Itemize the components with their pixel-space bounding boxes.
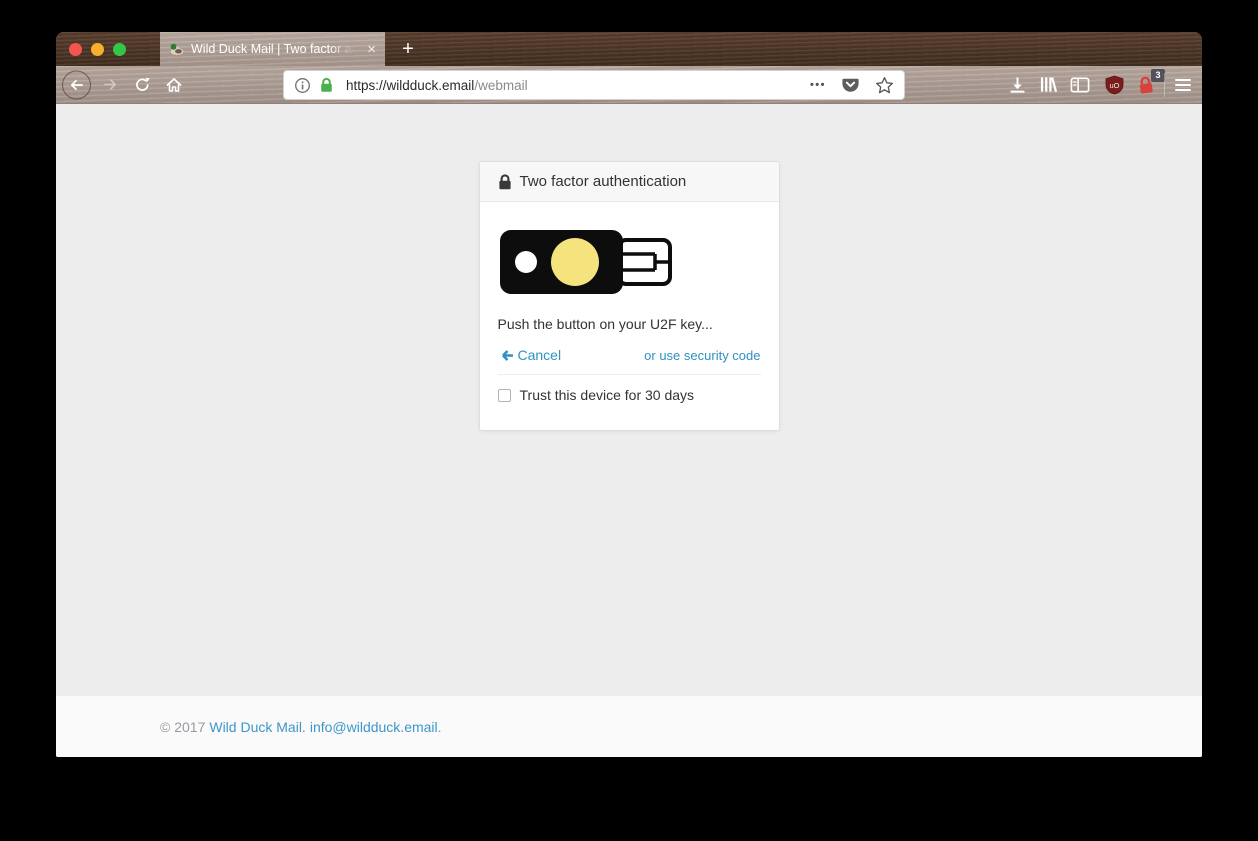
forward-button[interactable] — [98, 73, 122, 97]
url-path: /webmail — [474, 78, 527, 93]
screenshot-stage: Wild Duck Mail | Two factor aut × + — [0, 0, 1258, 841]
email-link[interactable]: info@wildduck.email — [310, 719, 438, 735]
home-button[interactable] — [162, 73, 186, 97]
back-arrow-icon — [68, 76, 85, 93]
reload-icon — [134, 76, 151, 93]
tab-close-icon[interactable]: × — [367, 42, 376, 57]
page-footer: © 2017 Wild Duck Mail. info@wildduck.ema… — [56, 696, 1202, 757]
ublock-origin-shield-icon: uO — [1104, 75, 1125, 95]
cancel-label: Cancel — [518, 347, 562, 363]
forward-arrow-icon — [102, 76, 119, 93]
instruction-text: Push the button on your U2F key... — [498, 316, 761, 332]
tab-bar: Wild Duck Mail | Two factor aut × + — [56, 32, 1202, 66]
url-host: https://wildduck.email — [346, 78, 474, 93]
library-icon — [1039, 75, 1059, 94]
menu-button[interactable] — [1170, 73, 1196, 97]
close-window-button[interactable] — [69, 43, 82, 56]
tab-title: Wild Duck Mail | Two factor aut — [191, 42, 355, 56]
hamburger-icon — [1175, 79, 1191, 81]
urlbar-actions: ••• — [810, 76, 894, 95]
url-text: https://wildduck.email/webmail — [346, 78, 528, 93]
u2f-security-key-image — [498, 225, 674, 299]
browser-tab[interactable]: Wild Duck Mail | Two factor aut × — [160, 32, 385, 66]
footer-suffix: . — [438, 719, 442, 735]
navigation-toolbar: https://wildduck.email/webmail ••• — [56, 66, 1202, 104]
bookmark-star-icon[interactable] — [875, 76, 894, 95]
cancel-link[interactable]: Cancel — [498, 347, 562, 363]
links-row: Cancel or use security code — [498, 347, 761, 363]
pocket-icon[interactable] — [841, 76, 860, 94]
downloads-button[interactable] — [1005, 73, 1029, 97]
url-bar[interactable]: https://wildduck.email/webmail ••• — [283, 70, 905, 100]
security-code-link[interactable]: or use security code — [644, 348, 760, 363]
page-info-icon[interactable] — [294, 77, 311, 94]
page-content: Two factor authentication Push the butto… — [56, 104, 1202, 696]
copyright-text: © 2017 — [160, 719, 205, 735]
duck-favicon — [169, 42, 184, 57]
traffic-lights — [69, 32, 126, 66]
sidebar-toggle-button[interactable] — [1068, 73, 1092, 97]
trust-device-row: Trust this device for 30 days — [498, 387, 761, 403]
browser-window: Wild Duck Mail | Two factor aut × + — [56, 32, 1202, 757]
trust-device-checkbox[interactable] — [498, 389, 511, 402]
card-title: Two factor authentication — [520, 173, 687, 190]
divider — [498, 374, 761, 375]
new-tab-button[interactable]: + — [396, 32, 420, 66]
card-header: Two factor authentication — [480, 162, 779, 202]
https-lock-icon[interactable] — [319, 77, 334, 93]
toolbar-separator — [1164, 73, 1165, 97]
library-button[interactable] — [1037, 73, 1061, 97]
ubo-label: uO — [1109, 80, 1119, 89]
ublock-origin-button[interactable]: uO — [1102, 73, 1126, 97]
minimize-window-button[interactable] — [91, 43, 104, 56]
sidebar-icon — [1070, 76, 1090, 94]
reload-button[interactable] — [130, 73, 154, 97]
left-arrow-icon — [498, 350, 513, 361]
card-body: Push the button on your U2F key... Cance… — [480, 202, 779, 430]
trust-device-label: Trust this device for 30 days — [520, 387, 695, 403]
download-icon — [1008, 75, 1027, 94]
brand-link[interactable]: Wild Duck Mail. — [209, 719, 305, 735]
page-actions-icon[interactable]: ••• — [810, 79, 826, 91]
zoom-window-button[interactable] — [113, 43, 126, 56]
privacy-extension-button[interactable]: 3 — [1134, 73, 1158, 97]
two-factor-card: Two factor authentication Push the butto… — [479, 161, 780, 431]
extension-badge-count: 3 — [1151, 69, 1165, 82]
back-button[interactable] — [62, 70, 91, 99]
home-icon — [165, 76, 183, 94]
lock-icon — [498, 174, 512, 190]
